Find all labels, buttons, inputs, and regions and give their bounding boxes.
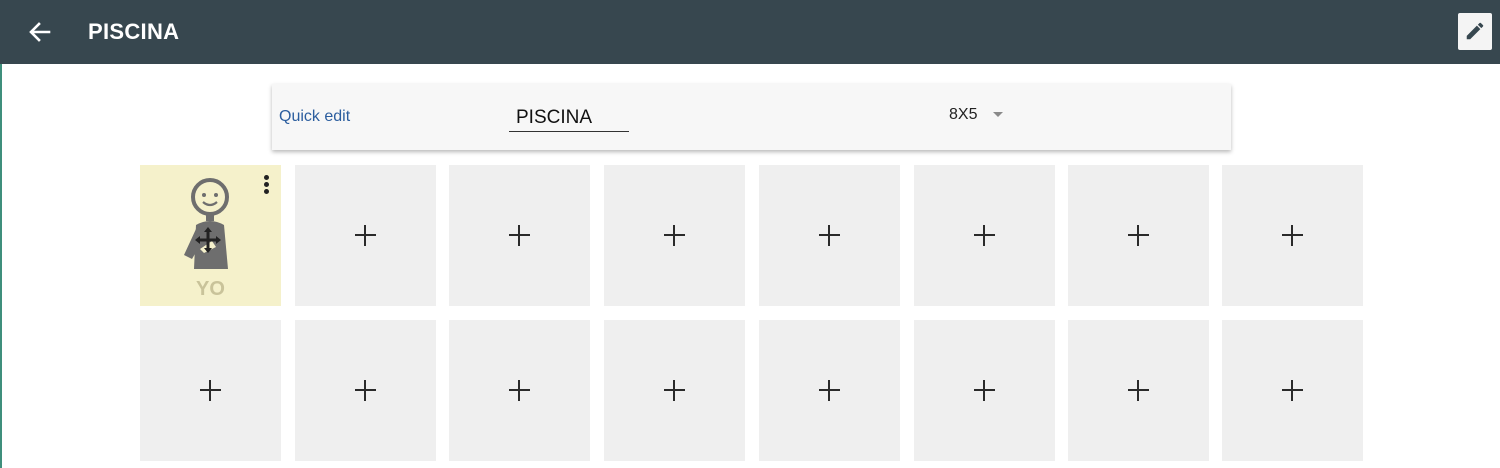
plus-icon	[664, 225, 685, 246]
page-title: PISCINA	[88, 19, 180, 44]
empty-tile[interactable]	[759, 165, 900, 306]
plus-icon	[355, 225, 376, 246]
plus-icon	[200, 380, 221, 401]
empty-tile[interactable]	[1068, 320, 1209, 461]
app-header: PISCINA	[0, 0, 1500, 64]
plus-icon	[509, 380, 530, 401]
empty-tile[interactable]	[604, 320, 745, 461]
edit-button[interactable]	[1458, 13, 1492, 50]
plus-icon	[509, 225, 530, 246]
grid-size-select[interactable]: 8X5	[949, 106, 1004, 128]
quick-edit-toolbar: Quick edit 8X5	[272, 84, 1231, 150]
empty-tile[interactable]	[914, 320, 1055, 461]
plus-icon	[1282, 225, 1303, 246]
grid-size-value: 8X5	[949, 106, 978, 123]
empty-tile[interactable]	[914, 165, 1055, 306]
empty-tile[interactable]	[449, 320, 590, 461]
plus-icon	[1128, 225, 1149, 246]
plus-icon	[664, 380, 685, 401]
tile-yo[interactable]: YO	[140, 165, 281, 306]
plus-icon	[1282, 380, 1303, 401]
more-options-icon[interactable]	[261, 175, 271, 195]
empty-tile[interactable]	[140, 320, 281, 461]
quick-edit-link[interactable]: Quick edit	[279, 108, 350, 126]
plus-icon	[1128, 380, 1149, 401]
board-name-input[interactable]	[509, 104, 629, 132]
arrow-back-icon	[29, 22, 51, 42]
empty-tile[interactable]	[1222, 165, 1363, 306]
plus-icon	[819, 380, 840, 401]
empty-tile[interactable]	[449, 165, 590, 306]
empty-tile[interactable]	[1068, 165, 1209, 306]
plus-icon	[355, 380, 376, 401]
plus-icon	[974, 380, 995, 401]
empty-tile[interactable]	[759, 320, 900, 461]
plus-icon	[819, 225, 840, 246]
empty-tile[interactable]	[295, 165, 436, 306]
pencil-icon	[1466, 22, 1484, 40]
back-button[interactable]	[22, 14, 58, 50]
empty-tile[interactable]	[1222, 320, 1363, 461]
empty-tile[interactable]	[604, 165, 745, 306]
tile-label: YO	[196, 278, 225, 300]
plus-icon	[974, 225, 995, 246]
left-border	[0, 64, 2, 468]
person-pictogram-icon	[184, 178, 229, 269]
empty-tile[interactable]	[295, 320, 436, 461]
dropdown-arrow-icon	[992, 112, 1003, 117]
